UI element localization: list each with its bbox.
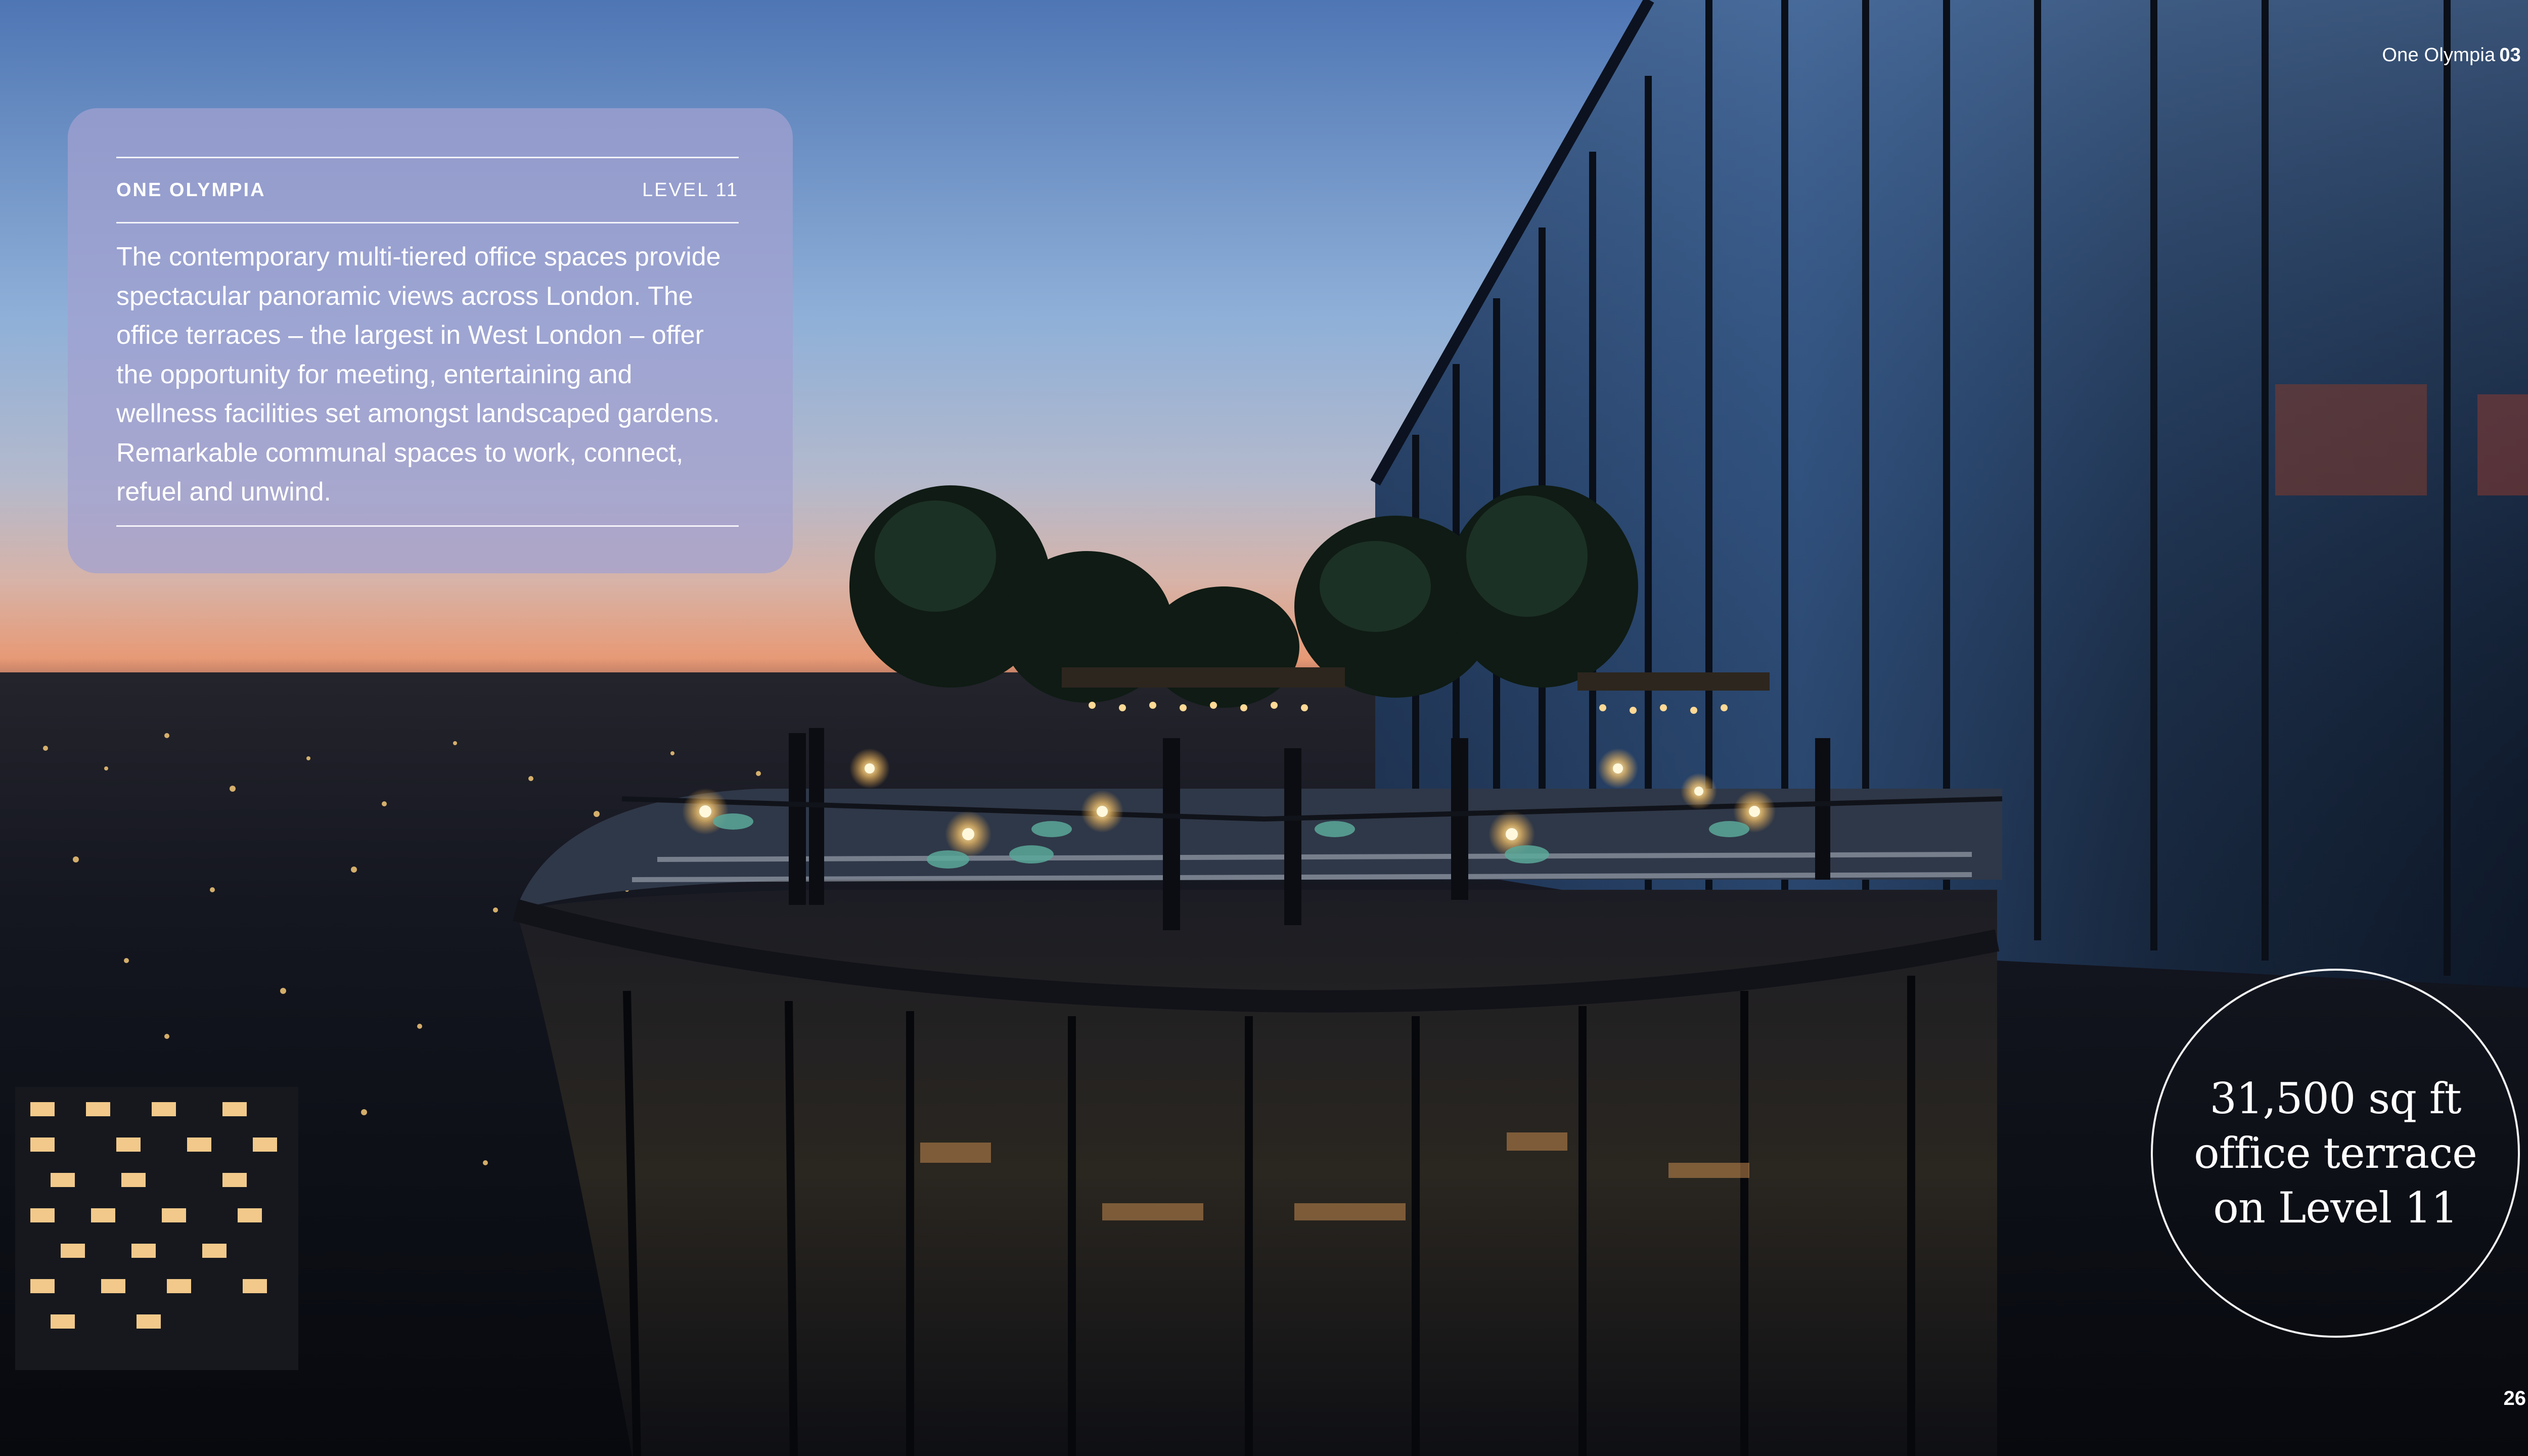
document-title: One Olympia bbox=[2382, 44, 2496, 66]
page-number: 26 bbox=[2503, 1387, 2526, 1409]
document-header: One Olympia 03 bbox=[2382, 44, 2521, 66]
terrace-size-callout: 31,500 sq ft office terrace on Level 11 bbox=[2151, 969, 2520, 1338]
callout-line-level: on Level 11 bbox=[2213, 1183, 2458, 1233]
card-level: LEVEL 11 bbox=[642, 179, 739, 201]
card-bottom-rule bbox=[116, 525, 739, 527]
card-body-text: The contemporary multi-tiered office spa… bbox=[116, 242, 721, 507]
callout-text: 31,500 sq ft office terrace on Level 11 bbox=[2194, 1071, 2477, 1235]
info-card: ONE OLYMPIA LEVEL 11 The contemporary mu… bbox=[68, 108, 793, 573]
card-header: ONE OLYMPIA LEVEL 11 bbox=[116, 158, 739, 222]
card-brand: ONE OLYMPIA bbox=[116, 179, 266, 201]
section-number: 03 bbox=[2499, 44, 2521, 66]
callout-line-area: 31,500 sq ft bbox=[2209, 1074, 2461, 1123]
callout-line-terrace: office terrace bbox=[2194, 1128, 2477, 1178]
